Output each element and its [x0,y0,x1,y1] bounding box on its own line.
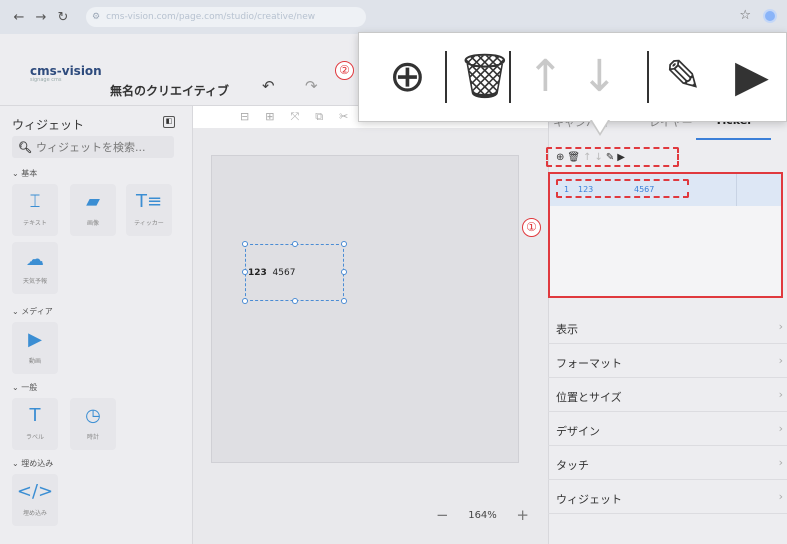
bookmark-star-icon[interactable]: ☆ [739,8,751,23]
weather-icon: ☁ [26,249,44,270]
column-divider [736,174,737,206]
callout-number-1: ① [522,218,541,237]
address-bar[interactable]: ⚙ cms-vision.com/page.com/studio/creativ… [86,7,366,27]
chevron-right-icon: › [778,490,783,503]
align-left-icon[interactable]: ⊟ [240,110,249,128]
resize-handle[interactable] [292,241,298,247]
section-display[interactable]: 表示 › [548,310,787,344]
play-icon: ▶ [735,51,769,102]
code-icon: </> [16,481,54,502]
reload-icon[interactable]: ↻ [54,10,72,25]
image-icon: ▰ [86,191,100,212]
search-icon: 🔍︎ [18,140,32,154]
chevron-right-icon: › [778,320,783,333]
text-box-icon: ⌶ [29,191,41,212]
callout-pointer-inner [592,120,608,133]
toolbar-zoom-callout: ② ⊕ 🗑︎ ↑ ↓ ✎ ▶ [335,32,787,122]
widget-embed[interactable]: </> 埋め込み [12,474,58,526]
video-icon: ▶ [28,329,42,350]
active-tab-indicator [696,138,771,140]
add-circle-icon: ⊕ [389,51,426,102]
section-format[interactable]: フォーマット › [548,344,787,378]
arrow-up-icon: ↑ [527,51,564,102]
widget-weather[interactable]: ☁ 天気予報 [12,242,58,294]
browser-toolbar: ← → ↻ ⚙ cms-vision.com/page.com/studio/c… [0,0,787,34]
separator [509,51,511,103]
widget-ticker[interactable]: T≡ ティッカー [126,184,172,236]
section-widget[interactable]: ウィジェット › [548,480,787,514]
chevron-right-icon: › [778,388,783,401]
sidebar-title: ウィジェット [12,118,85,132]
ticker-icon: T≡ [135,191,163,212]
document-title[interactable]: 無名のクリエイティブ [110,82,229,99]
chevron-right-icon: › [778,422,783,435]
resize-handle[interactable] [341,269,347,275]
widget-text[interactable]: ⌶ テキスト [12,184,58,236]
separator [647,51,649,103]
app-logo: cms-vision signage cms [30,64,102,83]
widget-sidebar: ウィジェット ◧ 🔍︎ ウィジェットを検索... ⌄ 基本 ⌶ テキスト ▰ 画… [0,106,193,544]
chevron-right-icon: › [778,456,783,469]
chevron-right-icon: › [778,354,783,367]
back-icon[interactable]: ← [10,10,28,25]
category-media[interactable]: ⌄ メディア [12,306,53,317]
resize-handle[interactable] [292,298,298,304]
forward-icon[interactable]: → [32,10,50,25]
fit-icon[interactable]: ⤧ [290,110,299,128]
sidebar-collapse-icon[interactable]: ◧ [163,116,175,128]
section-design[interactable]: デザイン › [548,412,787,446]
url-text: cms-vision.com/page.com/studio/creative/… [106,12,316,22]
callout-row-highlight [556,179,689,198]
resize-handle[interactable] [341,298,347,304]
widget-video[interactable]: ▶ 動画 [12,322,58,374]
label-icon: T [29,405,41,426]
section-touch[interactable]: タッチ › [548,446,787,480]
trash-icon: 🗑︎ [457,51,513,102]
separator [445,51,447,103]
widget-search-input[interactable]: 🔍︎ ウィジェットを検索... [12,136,174,158]
resize-handle[interactable] [242,241,248,247]
callout-number-2: ② [335,61,354,80]
redo-icon[interactable]: ↷ [305,77,318,95]
category-general[interactable]: ⌄ 一般 [12,382,37,393]
zoom-level: 164% [468,509,497,521]
widget-label[interactable]: T ラベル [12,398,58,450]
callout-toolbar-highlight [546,147,679,167]
clock-icon: ◷ [85,405,101,426]
category-basic[interactable]: ⌄ 基本 [12,168,37,179]
zoom-out-button[interactable]: − [436,506,449,524]
arrow-down-icon: ↓ [581,51,618,102]
category-embed[interactable]: ⌄ 埋め込み [12,458,53,469]
resize-handle[interactable] [242,298,248,304]
cut-icon[interactable]: ✂ [339,110,348,128]
profile-avatar[interactable] [763,8,777,23]
zoom-in-button[interactable]: + [516,506,529,524]
copy-icon[interactable]: ⧉ [315,110,323,128]
ticker-preview: 123 4567 [248,268,296,278]
edit-icon: ✎ [665,51,702,102]
resize-handle[interactable] [341,241,347,247]
canvas-stage[interactable] [211,155,519,463]
section-position-size[interactable]: 位置とサイズ › [548,378,787,412]
zoom-control: − 164% + [430,500,535,530]
align-center-icon[interactable]: ⊞ [265,110,274,128]
site-info-icon[interactable]: ⚙ [92,12,100,22]
widget-clock[interactable]: ◷ 時計 [70,398,116,450]
undo-icon[interactable]: ↶ [262,77,275,95]
widget-image[interactable]: ▰ 画像 [70,184,116,236]
